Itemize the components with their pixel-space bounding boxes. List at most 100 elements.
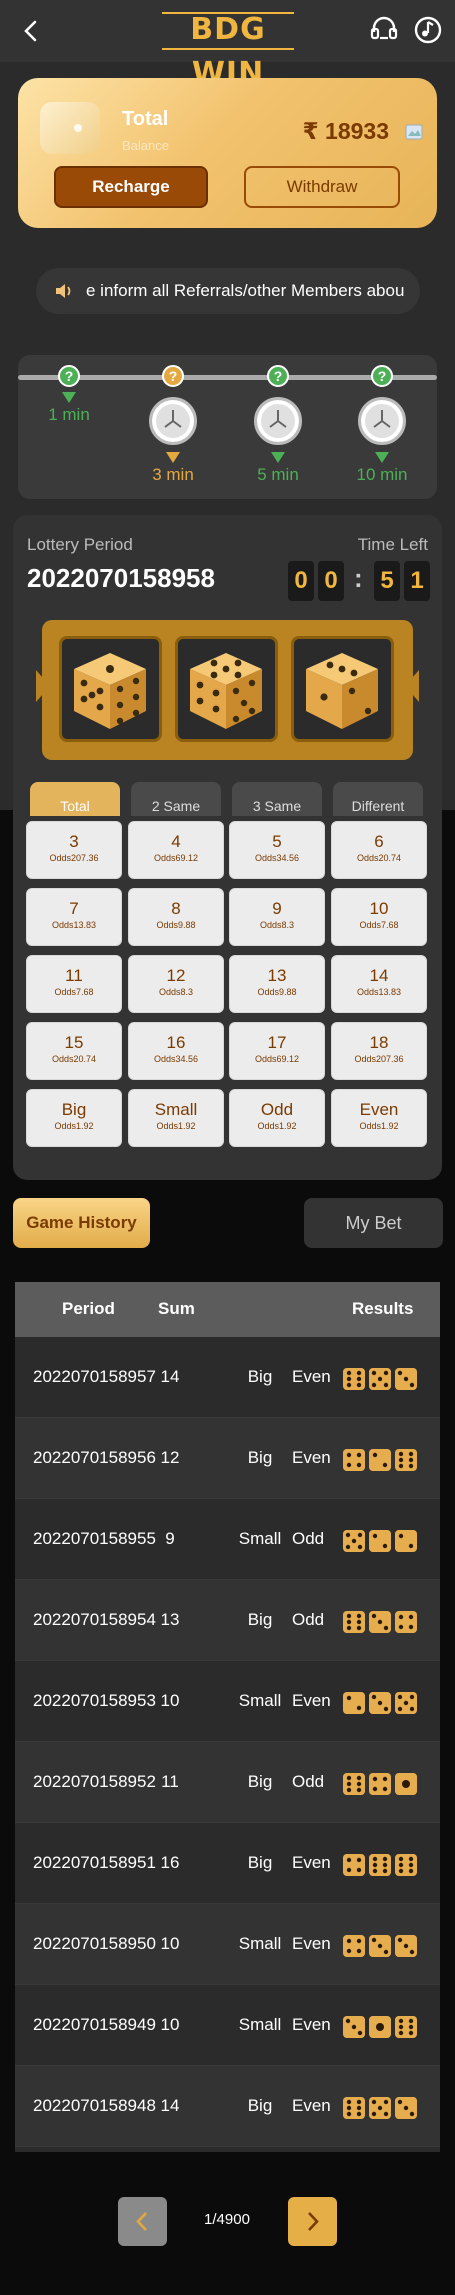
tab-2-same[interactable]: 2 Same [131,782,221,816]
cell-parity: Even [292,1691,331,1710]
bet-option[interactable]: 18 Odds207.36 [331,1022,427,1080]
result-dice-icon [369,1530,391,1552]
bet-option[interactable]: Even Odds1.92 [331,1089,427,1147]
prev-page-button[interactable] [118,2197,167,2246]
result-dice-icon [369,1692,391,1714]
cell-sum: 14 [160,1367,180,1386]
tab-total[interactable]: Total [30,782,120,816]
bet-option[interactable]: 11 Odds7.68 [26,955,122,1013]
bet-option[interactable]: Big Odds1.92 [26,1089,122,1147]
bet-value: 4 [171,832,181,851]
tab-different[interactable]: Different [333,782,423,816]
next-page-button[interactable] [288,2197,337,2246]
column-header-sum: Sum [158,1299,195,1318]
bet-option[interactable]: 5 Odds34.56 [229,821,325,879]
bet-value: 8 [171,899,181,918]
result-dice-icon [369,1935,391,1957]
bet-option[interactable]: 17 Odds69.12 [229,1022,325,1080]
bet-odds: Odds8.3 [158,987,194,997]
bet-value: 10 [369,899,389,918]
refresh-icon[interactable] [405,124,423,140]
bet-odds: Odds8.3 [259,920,295,930]
result-dice-icon [343,1368,365,1390]
customer-service-icon[interactable] [368,14,400,46]
result-dice-icon [343,1692,365,1714]
tab-3-same[interactable]: 3 Same [232,782,322,816]
bet-value: 3 [69,832,79,851]
lottery-period-label: Lottery Period [27,535,133,554]
table-row: 2022070158949 10 Small Even [15,1985,440,2066]
bet-odds: Odds13.83 [51,920,97,930]
result-dice-icon [395,1692,417,1714]
bet-option[interactable]: 7 Odds13.83 [26,888,122,946]
cell-period: 2022070158957 [33,1367,156,1386]
notice-bar[interactable]: e inform all Referrals/other Members abo… [36,268,420,314]
result-dice-icon [343,1530,365,1552]
bet-odds: Odds69.12 [153,853,199,863]
result-dice-icon [395,1530,417,1552]
game-mode-selector: ? 1 min ? 3 min ? 5 min ? 10 min [18,355,437,499]
table-row: 2022070158950 10 Small Even [15,1904,440,1985]
bet-option[interactable]: 16 Odds34.56 [128,1022,224,1080]
result-dice-icon [343,1773,365,1795]
mode-label: 10 min [356,465,408,484]
bet-odds: Odds20.74 [356,853,402,863]
bet-option[interactable]: Small Odds1.92 [128,1089,224,1147]
bet-option[interactable]: 13 Odds9.88 [229,955,325,1013]
withdraw-button[interactable]: Withdraw [244,166,400,208]
wallet-card: Total Balance ₹ 18933 Recharge Withdraw [18,78,437,228]
mode-arrow-icon [271,452,285,463]
bet-value: 6 [374,832,384,851]
bet-odds: Odds34.56 [254,853,300,863]
sound-icon[interactable] [412,14,444,46]
bet-option[interactable]: 10 Odds7.68 [331,888,427,946]
mode-arrow-icon [166,452,180,463]
cell-size: Small [238,1934,282,1953]
timer-digit: 5 [374,561,400,601]
cell-sum: 11 [161,1772,179,1791]
bet-odds: Odds13.83 [356,987,402,997]
bet-option[interactable]: 9 Odds8.3 [229,888,325,946]
bet-value: 11 [65,966,83,985]
recharge-button[interactable]: Recharge [54,166,208,208]
column-header-results: Results [352,1299,414,1318]
cell-sum: 12 [160,1448,180,1467]
bet-value: 14 [369,966,389,985]
game-history-button[interactable]: Game History [13,1198,150,1248]
result-dice-icon [369,1854,391,1876]
cell-period: 2022070158952 [33,1772,156,1791]
result-dice-icon [343,2016,365,2038]
result-dice-icon [395,1611,417,1633]
dice-slot [175,636,278,742]
cell-period: 2022070158953 [33,1691,156,1710]
wallet-balance-amount: ₹ 18933 [302,118,389,144]
result-dice-icon [343,1935,365,1957]
bet-option[interactable]: 6 Odds20.74 [331,821,427,879]
cell-period: 2022070158948 [33,2096,156,2115]
bet-option[interactable]: 3 Odds207.36 [26,821,122,879]
clock-icon [149,397,197,445]
table-row: 2022070158954 13 Big Odd [15,1580,440,1661]
mode-arrow-icon [375,452,389,463]
bet-odds: Odds1.92 [257,1121,297,1131]
bet-option[interactable]: 15 Odds20.74 [26,1022,122,1080]
bet-option[interactable]: 12 Odds8.3 [128,955,224,1013]
cell-size: Small [238,2015,282,2034]
mode-label: 3 min [152,465,194,484]
bet-odds: Odds7.68 [359,920,399,930]
result-dice-icon [343,1449,365,1471]
dice-slot [291,636,394,742]
bet-option[interactable]: 4 Odds69.12 [128,821,224,879]
back-arrow-icon[interactable] [18,18,44,44]
cell-sum: 10 [160,2015,180,2034]
page-indicator: 1/4900 [204,2211,250,2228]
result-dice-icon [395,1935,417,1957]
result-dice-icon [369,2016,391,2038]
cell-period: 2022070158956 [33,1448,156,1467]
bet-option[interactable]: 8 Odds9.88 [128,888,224,946]
my-bet-button[interactable]: My Bet [304,1198,443,1248]
bet-option[interactable]: Odd Odds1.92 [229,1089,325,1147]
result-dice-icon [395,1854,417,1876]
cell-parity: Odd [292,1772,325,1791]
bet-option[interactable]: 14 Odds13.83 [331,955,427,1013]
